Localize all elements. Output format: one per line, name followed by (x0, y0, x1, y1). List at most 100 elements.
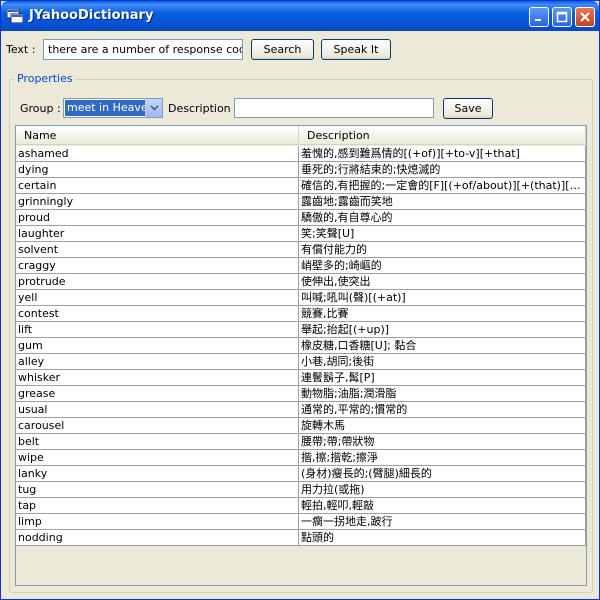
app-icon (6, 8, 24, 24)
table-body: ashamed 羞愧的,感到難爲情的[(+of)][+to-v][+that] dy… (16, 146, 586, 546)
cell-name: usual (16, 402, 299, 418)
cell-description: 一瘸一拐地走,跛行 (299, 514, 586, 530)
maximize-button[interactable] (552, 7, 572, 27)
table-row[interactable]: tug 用力拉(或拖) (16, 482, 586, 498)
cell-description: 舉起;抬起[(+up)] (299, 322, 586, 338)
cell-description: 露齒地;露齒而笑地 (299, 194, 586, 210)
table-row[interactable]: certain 確信的,有把握的;一定會的[F][(+of/about)][+(t… (16, 178, 586, 194)
cell-name: limp (16, 514, 299, 530)
cell-description: 小巷,胡同;後街 (299, 354, 586, 370)
group-select[interactable]: meet in Heaven (63, 98, 163, 118)
cell-description: 旋轉木馬 (299, 418, 586, 434)
column-header-name[interactable]: Name (16, 126, 299, 145)
table-header: Name Description (16, 126, 586, 145)
description-input[interactable] (234, 98, 434, 118)
minimize-button[interactable] (529, 7, 549, 27)
window-title: JYahooDictionary (29, 8, 154, 23)
cell-description: 腰帶;帶;帶狀物 (299, 434, 586, 450)
cell-description: (身材)瘦長的;(臂腿)細長的 (299, 466, 586, 482)
cell-description: 垂死的;行將結束的;快熄滅的 (299, 162, 586, 178)
cell-name: grease (16, 386, 299, 402)
group-label: Group : (20, 102, 61, 115)
table-row[interactable]: craggy 峭壁多的;崎嶇的 (16, 258, 586, 274)
close-button[interactable] (575, 7, 595, 27)
cell-description: 叫喊;吼叫(聲)[(+at)] (299, 290, 586, 306)
speak-it-button[interactable]: Speak It (321, 39, 391, 60)
table-row[interactable]: carousel 旋轉木馬 (16, 418, 586, 434)
cell-name: wipe (16, 450, 299, 466)
table-row[interactable]: solvent 有償付能力的 (16, 242, 586, 258)
cell-name: nodding (16, 530, 299, 546)
cell-description: 連鬢鬍子,髯[P] (299, 370, 586, 386)
search-button[interactable]: Search (251, 39, 314, 60)
cell-name: contest (16, 306, 299, 322)
word-table[interactable]: Name Description ashamed 羞愧的,感到難爲情的[(+of)… (15, 125, 587, 586)
cell-description: 用力拉(或拖) (299, 482, 586, 498)
cell-name: protrude (16, 274, 299, 290)
cell-name: yell (16, 290, 299, 306)
cell-description: 點頭的 (299, 530, 586, 546)
cell-name: lift (16, 322, 299, 338)
table-row[interactable]: protrude 使伸出,使突出 (16, 274, 586, 290)
table-row[interactable]: contest 競賽,比賽 (16, 306, 586, 322)
cell-name: proud (16, 210, 299, 226)
table-row[interactable]: limp 一瘸一拐地走,跛行 (16, 514, 586, 530)
group-select-value: meet in Heaven (65, 100, 145, 116)
table-row[interactable]: tap 輕拍,輕叩,輕敲 (16, 498, 586, 514)
table-row[interactable]: proud 驕傲的,有自尊心的 (16, 210, 586, 226)
cell-description: 揩,擦;揩乾;擦淨 (299, 450, 586, 466)
cell-description: 驕傲的,有自尊心的 (299, 210, 586, 226)
cell-description: 笑;笑聲[U] (299, 226, 586, 242)
cell-name: craggy (16, 258, 299, 274)
table-row[interactable]: grease 動物脂;油脂;潤滑脂 (16, 386, 586, 402)
save-button[interactable]: Save (443, 98, 493, 119)
cell-description: 動物脂;油脂;潤滑脂 (299, 386, 586, 402)
table-row[interactable]: wipe 揩,擦;揩乾;擦淨 (16, 450, 586, 466)
description-label: Description : (168, 102, 238, 115)
table-row[interactable]: lift 舉起;抬起[(+up)] (16, 322, 586, 338)
table-row[interactable]: alley 小巷,胡同;後街 (16, 354, 586, 370)
properties-title: Properties (15, 72, 75, 85)
cell-name: dying (16, 162, 299, 178)
table-row[interactable]: dying 垂死的;行將結束的;快熄滅的 (16, 162, 586, 178)
cell-description: 橡皮糖,口香糖[U]; 黏合 (299, 338, 586, 354)
table-row[interactable]: belt 腰帶;帶;帶狀物 (16, 434, 586, 450)
chevron-down-icon[interactable] (145, 99, 162, 117)
title-bar[interactable]: JYahooDictionary (1, 1, 599, 31)
cell-name: carousel (16, 418, 299, 434)
column-header-description[interactable]: Description (299, 126, 586, 145)
close-icon (580, 12, 590, 22)
table-row[interactable]: grinningly 露齒地;露齒而笑地 (16, 194, 586, 210)
cell-name: alley (16, 354, 299, 370)
table-row[interactable]: whisker 連鬢鬍子,髯[P] (16, 370, 586, 386)
cell-name: whisker (16, 370, 299, 386)
table-row[interactable]: laughter 笑;笑聲[U] (16, 226, 586, 242)
cell-description: 有償付能力的 (299, 242, 586, 258)
table-row[interactable]: ashamed 羞愧的,感到難爲情的[(+of)][+to-v][+that] (16, 146, 586, 162)
cell-name: gum (16, 338, 299, 354)
table-row[interactable]: yell 叫喊;吼叫(聲)[(+at)] (16, 290, 586, 306)
table-row[interactable]: gum 橡皮糖,口香糖[U]; 黏合 (16, 338, 586, 354)
cell-description: 輕拍,輕叩,輕敲 (299, 498, 586, 514)
table-row[interactable]: nodding 點頭的 (16, 530, 586, 546)
cell-name: certain (16, 178, 299, 194)
cell-description: 確信的,有把握的;一定會的[F][(+of/about)][+(that)][+… (301, 178, 586, 194)
cell-description: 競賽,比賽 (299, 306, 586, 322)
maximize-icon (556, 11, 568, 23)
cell-description: 羞愧的,感到難爲情的[(+of)][+to-v][+that] (299, 146, 586, 162)
cell-description: 峭壁多的;崎嶇的 (299, 258, 586, 274)
cell-name: lanky (16, 466, 299, 482)
cell-description: 使伸出,使突出 (299, 274, 586, 290)
app-window: JYahooDictionary Text : there are a numb… (0, 0, 600, 600)
text-label: Text : (6, 43, 36, 56)
cell-name: tap (16, 498, 299, 514)
minimize-icon (535, 19, 541, 21)
table-row[interactable]: lanky (身材)瘦長的;(臂腿)細長的 (16, 466, 586, 482)
cell-name: grinningly (16, 194, 299, 210)
cell-name: tug (16, 482, 299, 498)
table-row[interactable]: usual 通常的,平常的;慣常的 (16, 402, 586, 418)
cell-description: 通常的,平常的;慣常的 (299, 402, 586, 418)
cell-name: ashamed (16, 146, 299, 162)
cell-name: laughter (16, 226, 299, 242)
text-input[interactable]: there are a number of response codes i (43, 39, 243, 60)
